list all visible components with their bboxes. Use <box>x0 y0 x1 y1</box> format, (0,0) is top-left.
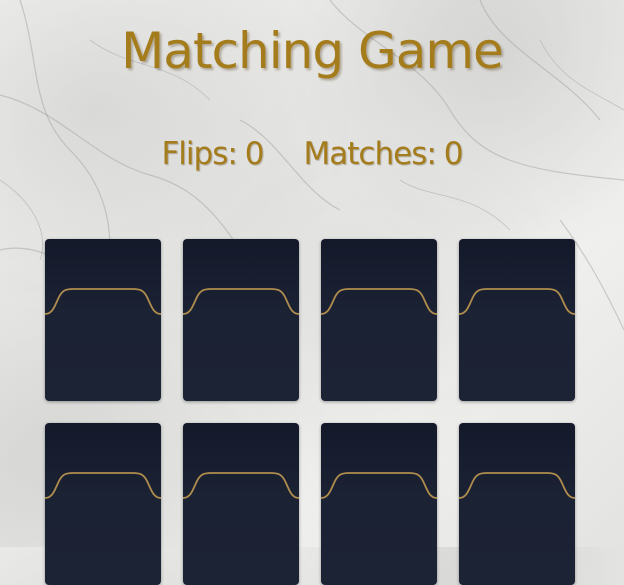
card-back-pattern-icon <box>45 288 161 315</box>
matches-value: 0 <box>443 136 464 172</box>
matches-label: Matches: <box>303 136 437 172</box>
card-face-down[interactable] <box>183 423 299 585</box>
card-back-pattern-icon <box>321 472 437 499</box>
flips-label: Flips: <box>161 136 237 172</box>
card-face-down[interactable] <box>45 423 161 585</box>
card-face-down[interactable] <box>183 239 299 401</box>
matches-counter: Matches: 0 <box>303 136 464 172</box>
game-title: Matching Game <box>121 22 504 80</box>
card-face-down[interactable] <box>45 239 161 401</box>
card-grid <box>45 239 575 585</box>
card-back-pattern-icon <box>459 472 575 499</box>
score-panel: Flips: 0 Matches: 0 <box>0 136 624 172</box>
flips-value: 0 <box>244 136 265 172</box>
card-face-down[interactable] <box>459 423 575 585</box>
flips-counter: Flips: 0 <box>161 136 265 172</box>
card-back-pattern-icon <box>321 288 437 315</box>
card-face-down[interactable] <box>321 239 437 401</box>
card-back-pattern-icon <box>45 472 161 499</box>
card-back-pattern-icon <box>183 472 299 499</box>
card-face-down[interactable] <box>459 239 575 401</box>
card-face-down[interactable] <box>321 423 437 585</box>
card-back-pattern-icon <box>183 288 299 315</box>
card-back-pattern-icon <box>459 288 575 315</box>
